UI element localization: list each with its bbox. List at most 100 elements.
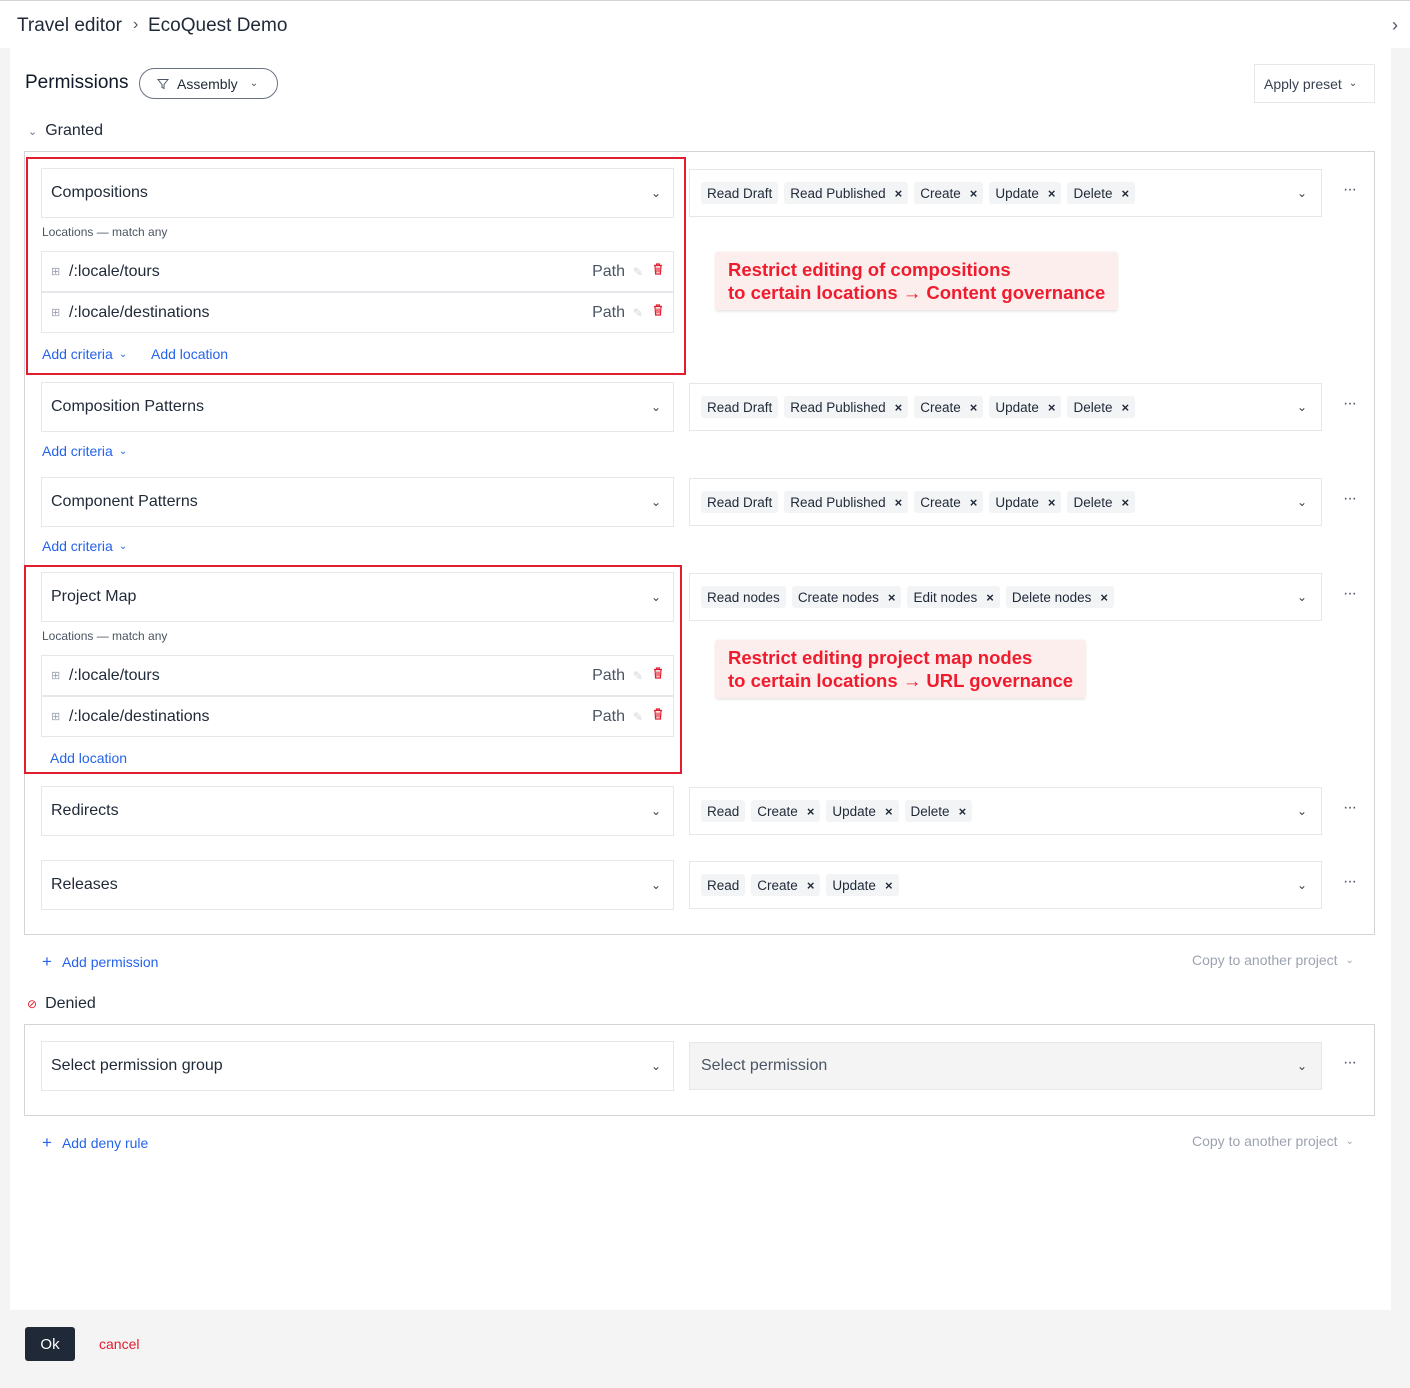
granted-section-toggle[interactable]: ⌄ Granted — [28, 122, 103, 140]
remove-icon[interactable]: × — [807, 878, 815, 893]
deny-group-select[interactable]: Select permission group ⌄ — [41, 1041, 674, 1091]
location-row: ⊞ /:locale/destinations Path ✎ — [41, 696, 674, 737]
location-type: Path — [592, 666, 625, 684]
add-criteria-button[interactable]: Add criteria ⌄ — [42, 346, 127, 362]
permissions-select[interactable]: Read Draft Read Published × Create × Updat… — [689, 169, 1322, 217]
add-location-button[interactable]: Add location — [50, 750, 127, 766]
permissions-select[interactable]: Read nodes Create nodes × Edit nodes × Del… — [689, 573, 1322, 621]
remove-icon[interactable]: × — [970, 495, 978, 510]
remove-icon[interactable]: × — [895, 400, 903, 415]
remove-icon[interactable]: × — [895, 495, 903, 510]
remove-icon[interactable]: × — [959, 804, 967, 819]
trash-icon[interactable] — [653, 263, 663, 275]
copy-to-project-label: Copy to another project — [1192, 1133, 1338, 1149]
tree-icon: ⊞ — [51, 266, 61, 278]
copy-to-project-button[interactable]: Copy to another project ⌄ — [1192, 952, 1354, 968]
chevron-down-icon: ⌄ — [28, 125, 38, 138]
trash-icon[interactable] — [653, 708, 663, 720]
permission-group-select[interactable]: Project Map ⌄ — [41, 572, 674, 622]
add-criteria-button[interactable]: Add criteria ⌄ — [42, 538, 127, 554]
chevron-down-icon: ⌄ — [249, 78, 259, 89]
remove-icon[interactable]: × — [1048, 186, 1056, 201]
permission-tag: Delete × — [1067, 396, 1136, 418]
add-permission-button[interactable]: + Add permission — [42, 952, 158, 972]
location-row: ⊞ /:locale/tours Path ✎ — [41, 251, 674, 292]
more-options-icon[interactable]: ··· — [1343, 1054, 1357, 1072]
edit-icon[interactable]: ✎ — [633, 669, 643, 683]
add-location-label: Add location — [151, 346, 229, 362]
permissions-select[interactable]: Read Create × Update × ⌄ — [689, 861, 1322, 909]
permissions-select[interactable]: Read Draft Read Published × Create × Updat… — [689, 478, 1322, 526]
edit-icon[interactable]: ✎ — [633, 306, 643, 320]
trash-icon[interactable] — [653, 667, 663, 679]
location-path: /:locale/tours — [69, 666, 160, 684]
permission-tag: Read — [701, 874, 746, 896]
permissions-select[interactable]: Read Create × Update × Delete × ⌄ — [689, 787, 1322, 835]
more-options-icon[interactable]: ··· — [1343, 799, 1357, 817]
more-options-icon[interactable]: ··· — [1343, 490, 1357, 508]
add-criteria-label: Add criteria — [42, 538, 113, 554]
chevron-down-icon: ⌄ — [1345, 1135, 1354, 1147]
remove-icon[interactable]: × — [1122, 495, 1130, 510]
chevron-right-icon[interactable]: › — [1392, 15, 1398, 36]
remove-icon[interactable]: × — [1122, 400, 1130, 415]
more-options-icon[interactable]: ··· — [1343, 181, 1357, 199]
add-deny-rule-label: Add deny rule — [61, 1135, 149, 1151]
remove-icon[interactable]: × — [986, 590, 994, 605]
remove-icon[interactable]: × — [807, 804, 815, 819]
remove-icon[interactable]: × — [895, 186, 903, 201]
location-path: /:locale/destinations — [69, 303, 210, 321]
filter-assembly-button[interactable]: Assembly ⌄ — [139, 68, 278, 99]
block-icon: ⊘ — [27, 997, 38, 1011]
remove-icon[interactable]: × — [970, 186, 978, 201]
chevron-down-icon: ⌄ — [650, 495, 661, 509]
chevron-down-icon: ⌄ — [1348, 78, 1358, 89]
footer-bar — [0, 1310, 1410, 1388]
permission-group-value: Component Patterns — [51, 493, 198, 510]
location-type: Path — [592, 303, 625, 321]
chevron-down-icon: ⌄ — [1296, 1059, 1307, 1073]
copy-to-project-button[interactable]: Copy to another project ⌄ — [1192, 1133, 1354, 1149]
breadcrumb-current: EcoQuest Demo — [148, 15, 288, 36]
permission-tag: Create × — [914, 182, 984, 204]
permission-group-select[interactable]: Composition Patterns ⌄ — [41, 382, 674, 432]
remove-icon[interactable]: × — [1048, 400, 1056, 415]
deny-permission-select[interactable]: Select permission ⌄ — [689, 1042, 1322, 1090]
denied-section-toggle[interactable]: ⊘ Denied — [27, 995, 96, 1013]
remove-icon[interactable]: × — [885, 878, 893, 893]
breadcrumb-parent[interactable]: Travel editor — [17, 15, 122, 37]
annotation-callout: Restrict editing of compositions to cert… — [716, 252, 1118, 310]
more-options-icon[interactable]: ··· — [1343, 395, 1357, 413]
top-bar: Travel editor › EcoQuest Demo › — [0, 0, 1410, 48]
add-criteria-button[interactable]: Add criteria ⌄ — [42, 443, 127, 459]
permission-group-select[interactable]: Redirects ⌄ — [41, 786, 674, 836]
add-deny-rule-button[interactable]: + Add deny rule — [42, 1133, 148, 1153]
remove-icon[interactable]: × — [1122, 186, 1130, 201]
filter-label: Assembly — [177, 75, 238, 92]
permission-group-value: Composition Patterns — [51, 398, 204, 415]
remove-icon[interactable]: × — [1048, 495, 1056, 510]
permission-tag: Update × — [826, 800, 899, 822]
permission-tag: Read nodes — [701, 586, 786, 608]
deny-group-placeholder: Select permission group — [51, 1057, 223, 1074]
cancel-button[interactable]: cancel — [99, 1336, 139, 1352]
edit-icon[interactable]: ✎ — [633, 710, 643, 724]
more-options-icon[interactable]: ··· — [1343, 585, 1357, 603]
permission-group-select[interactable]: Releases ⌄ — [41, 860, 674, 910]
edit-icon[interactable]: ✎ — [633, 265, 643, 279]
permission-tag: Create × — [751, 874, 821, 896]
chevron-down-icon: ⌄ — [650, 878, 661, 892]
permission-group-select[interactable]: Component Patterns ⌄ — [41, 477, 674, 527]
permissions-select[interactable]: Read Draft Read Published × Create × Updat… — [689, 383, 1322, 431]
chevron-down-icon: ⌄ — [1296, 495, 1307, 509]
trash-icon[interactable] — [653, 304, 663, 316]
remove-icon[interactable]: × — [1100, 590, 1108, 605]
remove-icon[interactable]: × — [970, 400, 978, 415]
add-location-button[interactable]: Add location — [151, 346, 228, 362]
ok-button[interactable]: Ok — [25, 1327, 75, 1361]
permission-group-select[interactable]: Compositions ⌄ — [41, 168, 674, 218]
remove-icon[interactable]: × — [888, 590, 896, 605]
apply-preset-button[interactable]: Apply preset ⌄ — [1254, 64, 1375, 103]
more-options-icon[interactable]: ··· — [1343, 873, 1357, 891]
remove-icon[interactable]: × — [885, 804, 893, 819]
